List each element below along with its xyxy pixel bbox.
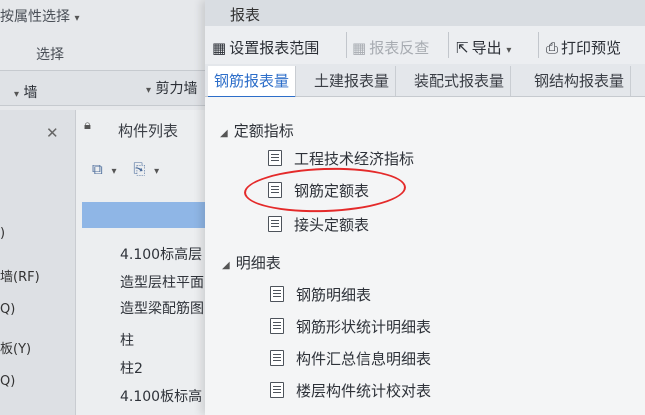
list-item[interactable]: 4.100标高层 bbox=[120, 244, 202, 264]
tree-item-joint-quota-table[interactable]: 接头定额表 bbox=[268, 214, 369, 235]
lock-icon[interactable]: 🔒︎ bbox=[84, 118, 91, 133]
tree-item-rebar-detail[interactable]: 钢筋明细表 bbox=[270, 284, 371, 305]
nav-item[interactable]: ) bbox=[0, 226, 5, 241]
tree-item-rebar-shape-stat[interactable]: 钢筋形状统计明细表 bbox=[270, 316, 431, 337]
close-icon[interactable]: ✕ bbox=[46, 124, 59, 142]
toolbar-divider bbox=[448, 32, 449, 58]
export-button[interactable]: ⇱ 导出 ▾ bbox=[456, 37, 511, 58]
document-icon bbox=[268, 216, 282, 232]
tab-prefab-report[interactable]: 装配式报表量 bbox=[408, 66, 512, 96]
list-item[interactable]: 造型梁配筋图 bbox=[120, 298, 204, 318]
nav-item[interactable]: Q) bbox=[0, 374, 15, 389]
tab-rebar-report[interactable]: 钢筋报表量 bbox=[208, 66, 297, 98]
report-title-bar bbox=[205, 0, 645, 26]
left-nav-panel bbox=[0, 110, 75, 415]
document-icon bbox=[270, 286, 284, 302]
list-item[interactable]: 柱 bbox=[120, 330, 134, 350]
nav-item[interactable]: 板(Y) bbox=[0, 338, 31, 357]
collapse-triangle-icon: ◢ bbox=[222, 260, 230, 271]
chevron-down-icon: ▾ bbox=[74, 13, 80, 24]
select-group-label: 选择 bbox=[36, 47, 64, 63]
chevron-down-icon[interactable]: ▾ bbox=[154, 166, 159, 177]
collapse-triangle-icon: ◢ bbox=[220, 128, 228, 139]
tree-item-tech-economic-index[interactable]: 工程技术经济指标 bbox=[268, 148, 414, 169]
tree-category-detail[interactable]: ◢ 明细表 bbox=[222, 252, 281, 273]
shear-wall-dropdown[interactable]: ▾ 剪力墙 bbox=[146, 78, 197, 98]
print-preview-button[interactable]: ⎙ 打印预览 bbox=[546, 37, 621, 58]
export-icon: ⇱ bbox=[456, 39, 469, 57]
tree-category-quota[interactable]: ◢ 定额指标 bbox=[220, 120, 294, 141]
tree-item-component-summary[interactable]: 构件汇总信息明细表 bbox=[270, 348, 431, 369]
chevron-down-icon: ▾ bbox=[146, 85, 152, 96]
wall-dropdown[interactable]: ▾ 墙 bbox=[14, 82, 37, 102]
document-icon bbox=[270, 318, 284, 334]
toolbar-divider bbox=[538, 32, 539, 58]
list-item[interactable]: 4.100板标高 bbox=[120, 386, 202, 406]
printer-icon: ⎙ bbox=[546, 39, 559, 57]
selected-row[interactable] bbox=[82, 202, 215, 228]
chevron-down-icon: ▾ bbox=[14, 89, 20, 100]
new-component-icon[interactable]: ⧉ bbox=[92, 160, 103, 178]
document-icon bbox=[270, 350, 284, 366]
chevron-down-icon[interactable]: ▾ bbox=[112, 166, 117, 177]
chevron-down-icon: ▾ bbox=[506, 45, 512, 56]
tree-item-floor-component-check[interactable]: 楼层构件统计校对表 bbox=[270, 380, 431, 401]
document-icon bbox=[270, 382, 284, 398]
report-reverse-lookup-button[interactable]: ▦ 报表反查 bbox=[352, 37, 429, 58]
table-icon: ▦ bbox=[352, 39, 367, 57]
nav-item[interactable]: Q) bbox=[0, 302, 15, 317]
list-item[interactable]: 柱2 bbox=[120, 358, 143, 378]
toolbar-divider bbox=[346, 32, 347, 58]
nav-item[interactable]: 墙(RF) bbox=[0, 266, 40, 285]
document-icon bbox=[268, 150, 282, 166]
panel-toolbar: ⧉ ▾ ⎘ ▾ bbox=[92, 160, 159, 178]
list-item[interactable]: 造型层柱平面 bbox=[120, 272, 204, 292]
copy-icon[interactable]: ⎘ bbox=[133, 160, 145, 178]
table-icon: ▦ bbox=[212, 39, 227, 57]
tab-civil-report[interactable]: 土建报表量 bbox=[308, 66, 397, 96]
set-report-range-button[interactable]: ▦ 设置报表范围 bbox=[212, 37, 319, 58]
window-title: 报表 bbox=[230, 6, 261, 24]
tab-steel-report[interactable]: 钢结构报表量 bbox=[528, 66, 632, 96]
select-by-attribute-menu[interactable]: 按属性选择 ▾ bbox=[0, 6, 79, 26]
panel-title: 构件列表 bbox=[118, 122, 179, 140]
